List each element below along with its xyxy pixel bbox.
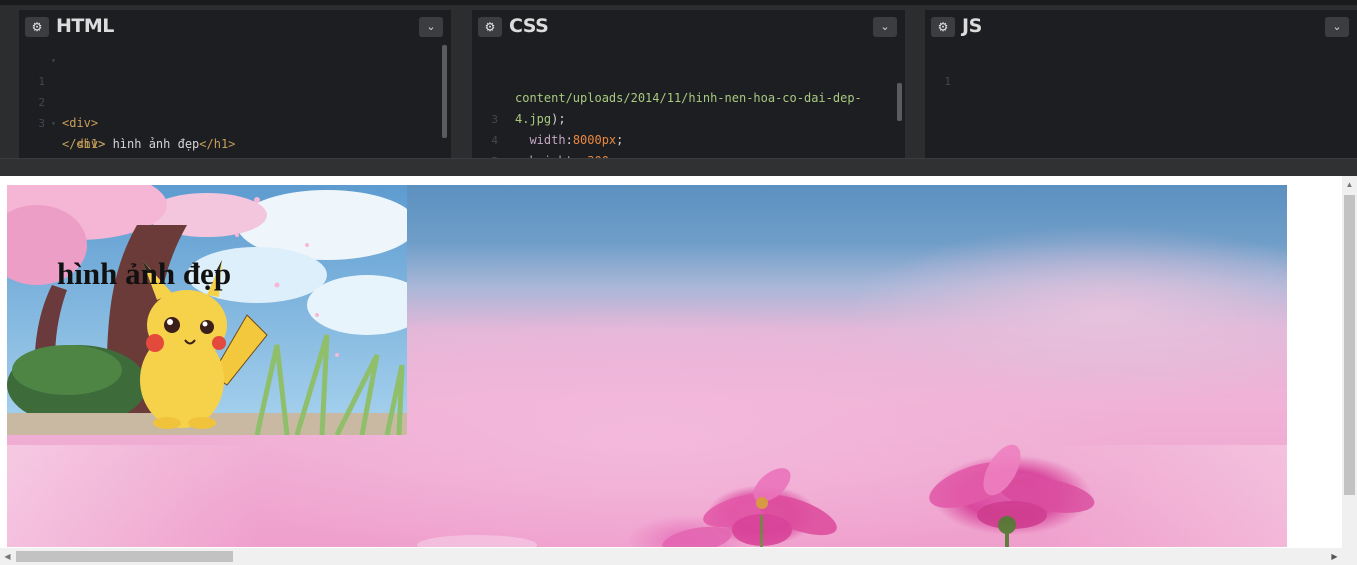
- scrollbar-corner: [1342, 548, 1357, 565]
- code-line: 4 height: 300px;: [472, 109, 630, 158]
- code-token: 8000px: [572, 133, 617, 147]
- line-number: 3: [38, 117, 45, 130]
- code-text: content/uploads/2014/11/hinh-nen-hoa-co-…: [515, 88, 862, 109]
- code-line: 3 width:8000px;: [472, 88, 623, 147]
- scroll-right-arrow-icon[interactable]: ▶: [1327, 548, 1342, 565]
- code-token: </div>: [62, 137, 106, 151]
- js-editor-title: JS: [962, 15, 982, 37]
- html-editor-title: HTML: [56, 15, 114, 37]
- result-horizontal-scrollbar[interactable]: ◀ ▶: [0, 548, 1342, 565]
- pane-resize-handle[interactable]: [0, 158, 1357, 176]
- result-frame: hình ảnh đẹp ▲ ◀ ▶: [0, 176, 1357, 565]
- code-line: 3 </div>: [19, 92, 105, 151]
- code-text: </div>: [62, 134, 105, 155]
- code-line: content/uploads/2014/11/hinh-nen-hoa-co-…: [472, 46, 862, 105]
- vertical-scroll-thumb[interactable]: [1344, 195, 1355, 495]
- code-line: 2 ▾ <h1> hình ảnh đẹp</h1>: [19, 71, 235, 151]
- gear-icon[interactable]: ⚙: [25, 17, 49, 37]
- gear-icon[interactable]: ⚙: [931, 17, 955, 37]
- code-token: content/uploads/2014/11/hinh-nen-hoa-co-…: [515, 91, 862, 105]
- chevron-down-icon[interactable]: ⌄: [1325, 17, 1349, 37]
- code-text: width:8000px;: [515, 130, 623, 151]
- line-number: 1: [944, 75, 951, 88]
- pikachu-illustration: [7, 185, 407, 435]
- top-bar: [0, 0, 1357, 5]
- pikachu-image: [7, 185, 407, 435]
- code-line: 5 padding: 50px;: [472, 130, 530, 158]
- code-line: 4.jpg);: [472, 67, 566, 126]
- scroll-left-arrow-icon[interactable]: ◀: [0, 548, 15, 565]
- code-token: hình ảnh đẹp: [105, 137, 200, 151]
- result-vertical-scrollbar[interactable]: ▲: [1342, 176, 1357, 548]
- editor-area: ⚙ HTML ⌄ 1 ▾ <div> 2 ▾ <h1> hình ảnh đẹp…: [0, 0, 1357, 176]
- css-editor-scrollbar[interactable]: [897, 83, 902, 121]
- css-editor-title: CSS: [509, 15, 549, 37]
- js-editor-header: ⚙ JS ⌄: [925, 10, 1357, 44]
- gear-icon[interactable]: ⚙: [478, 17, 502, 37]
- css-code-editor[interactable]: content/uploads/2014/11/hinh-nen-hoa-co-…: [472, 46, 905, 158]
- scroll-up-arrow-icon[interactable]: ▲: [1342, 176, 1357, 193]
- code-token: ;: [616, 133, 624, 147]
- html-editor-header: ⚙ HTML ⌄: [19, 10, 451, 44]
- js-editor-pane: ⚙ JS ⌄ 1: [925, 10, 1357, 158]
- code-token: </h1>: [199, 137, 236, 151]
- code-line: 1 ▾ <div>: [19, 50, 98, 130]
- result-heading: hình ảnh đẹp: [57, 256, 232, 291]
- code-token: :: [565, 133, 573, 147]
- chevron-down-icon[interactable]: ⌄: [873, 17, 897, 37]
- code-line: 1: [925, 50, 983, 88]
- css-editor-pane: ⚙ CSS ⌄ content/uploads/2014/11/hinh-nen…: [472, 10, 905, 158]
- chevron-down-icon[interactable]: ⌄: [419, 17, 443, 37]
- code-line: 6 background-repeat: no-repeat;: [472, 151, 530, 158]
- js-code-editor[interactable]: 1: [925, 50, 1357, 158]
- code-text: height: 300px;: [515, 151, 630, 158]
- html-editor-pane: ⚙ HTML ⌄ 1 ▾ <div> 2 ▾ <h1> hình ảnh đẹp…: [19, 10, 451, 158]
- html-code-editor[interactable]: 1 ▾ <div> 2 ▾ <h1> hình ảnh đẹp</h1> 3 <…: [19, 50, 451, 158]
- css-editor-header: ⚙ CSS ⌄: [472, 10, 905, 44]
- html-editor-scrollbar[interactable]: [442, 45, 447, 138]
- horizontal-scroll-thumb[interactable]: [16, 551, 233, 562]
- code-token: );: [551, 112, 566, 126]
- fold-arrow-icon[interactable]: ▾: [51, 50, 56, 71]
